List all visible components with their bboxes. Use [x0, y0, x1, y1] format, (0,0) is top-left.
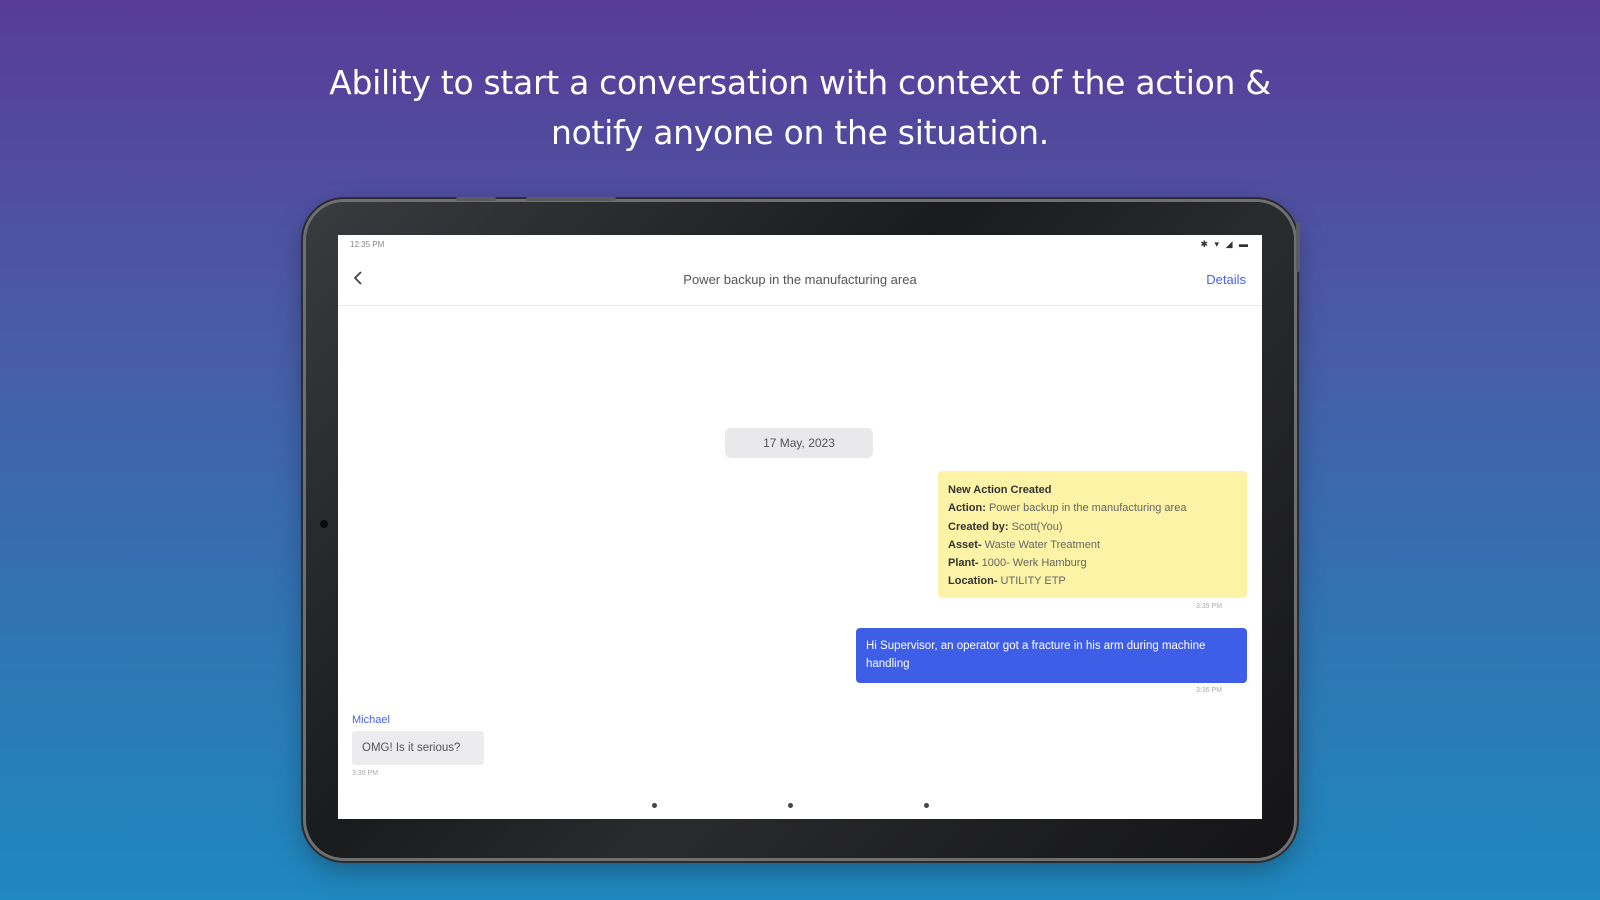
action-card-heading: New Action Created — [948, 484, 1052, 496]
nav-recents-button[interactable] — [924, 803, 929, 808]
action-created-card[interactable]: New Action Created Action: Power backup … — [938, 471, 1247, 598]
nav-back-button[interactable] — [652, 803, 657, 808]
date-separator: 17 May, 2023 — [725, 428, 873, 458]
volume-button — [526, 197, 616, 201]
message-timestamp: 3:35 PM — [1196, 603, 1223, 610]
action-card-row: Location- UTILITY ETP — [948, 575, 1066, 588]
status-bar: 12:35 PM ✱ ▾ ◢ ▬ — [338, 235, 1262, 255]
action-card-row: Action: Power backup in the manufacturin… — [948, 502, 1187, 515]
tablet-device: 12:35 PM ✱ ▾ ◢ ▬ Power backup in the man… — [306, 197, 1300, 858]
details-link[interactable]: Details — [1206, 272, 1246, 287]
chat-title: Power backup in the manufacturing area — [683, 272, 917, 287]
status-time: 12:35 PM — [350, 240, 385, 249]
incoming-message[interactable]: OMG! Is it serious? — [352, 731, 484, 765]
app-screen: 12:35 PM ✱ ▾ ◢ ▬ Power backup in the man… — [338, 235, 1262, 819]
message-timestamp: 3:36 PM — [1196, 687, 1223, 694]
sender-name: Michael — [352, 714, 390, 726]
nav-home-button[interactable] — [788, 803, 793, 808]
action-card-row: Created by: Scott(You) — [948, 520, 1063, 533]
message-timestamp: 3:36 PM — [352, 770, 379, 777]
headline-line-2: notify anyone on the situation. — [551, 113, 1049, 152]
outgoing-message[interactable]: Hi Supervisor, an operator got a fractur… — [856, 628, 1247, 683]
camera-dot — [320, 520, 328, 528]
headline: Ability to start a conversation with con… — [0, 58, 1600, 158]
status-icons: ✱ ▾ ◢ ▬ — [1200, 239, 1250, 249]
volume-button — [456, 197, 496, 201]
action-card-row: Asset- Waste Water Treatment — [948, 538, 1101, 551]
headline-line-1: Ability to start a conversation with con… — [329, 63, 1271, 102]
action-card-row: Plant- 1000- Werk Hamburg — [948, 557, 1087, 570]
power-button — [1296, 222, 1300, 272]
chat-header: Power backup in the manufacturing area D… — [338, 255, 1262, 306]
